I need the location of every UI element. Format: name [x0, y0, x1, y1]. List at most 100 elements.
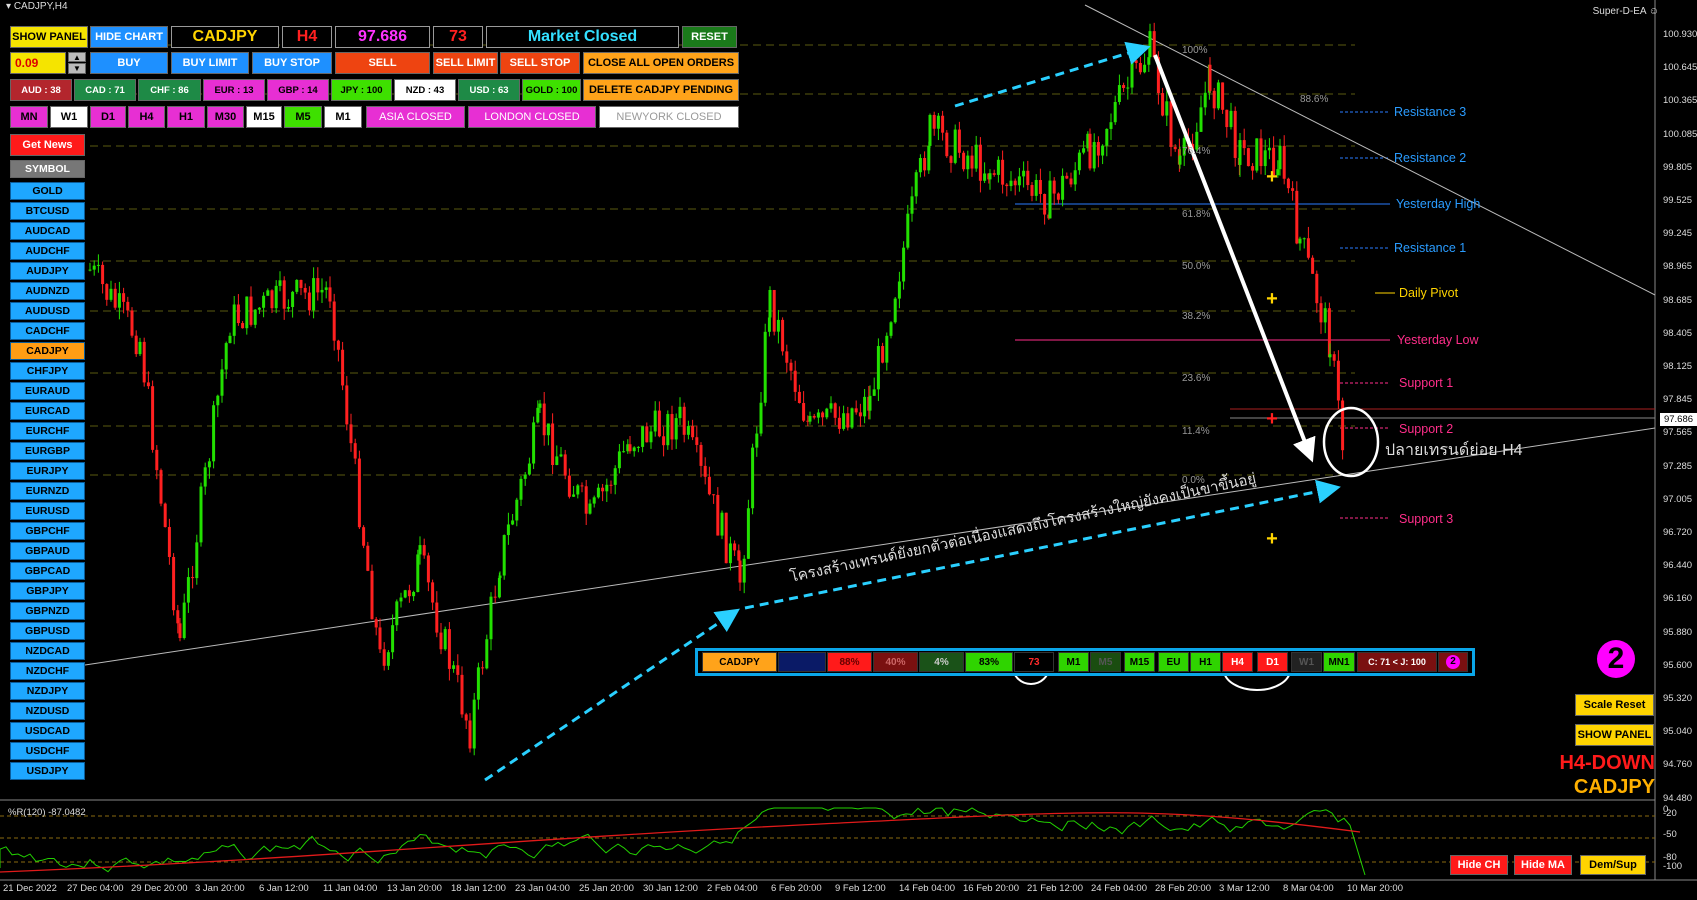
symbol-item-audchf[interactable]: AUDCHF	[10, 242, 85, 260]
candle-body	[1005, 184, 1009, 187]
symbol-item-gbpchf[interactable]: GBPCHF	[10, 522, 85, 540]
candle-body	[370, 570, 374, 620]
scale-reset-button[interactable]: Scale Reset	[1575, 694, 1654, 716]
tf-button-m30[interactable]: M30	[207, 106, 244, 128]
candle-body	[1056, 193, 1060, 200]
window-menu-icon[interactable]: ▾	[6, 1, 14, 12]
symbol-item-usdcad[interactable]: USDCAD	[10, 722, 85, 740]
candle-body	[957, 129, 961, 153]
get-news-button[interactable]: Get News	[10, 134, 85, 156]
symbol-item-nzdchf[interactable]: NZDCHF	[10, 662, 85, 680]
time-tick: 11 Jan 04:00	[323, 883, 378, 894]
resistance3-label: Resistance 3	[1394, 105, 1467, 119]
candle-body	[519, 478, 523, 500]
candle-body	[176, 610, 180, 624]
symbol-item-eurcad[interactable]: EURCAD	[10, 402, 85, 420]
symbol-item-nzdusd[interactable]: NZDUSD	[10, 702, 85, 720]
symbol-item-eurnzd[interactable]: EURNZD	[10, 482, 85, 500]
symbol-item-audusd[interactable]: AUDUSD	[10, 302, 85, 320]
delete-pending-button[interactable]: DELETE CADJPY PENDING	[583, 79, 739, 101]
symbol-item-eurchf[interactable]: EURCHF	[10, 422, 85, 440]
tf-button-h1[interactable]: H1	[167, 106, 205, 128]
symbol-item-cadjpy[interactable]: CADJPY	[10, 342, 85, 360]
time-tick: 3 Mar 12:00	[1219, 883, 1270, 894]
candle-body	[435, 602, 439, 633]
fib-382: 38.2%	[1182, 311, 1211, 322]
time-tick: 18 Jan 12:00	[451, 883, 506, 894]
show-panel-right-button[interactable]: SHOW PANEL	[1575, 724, 1654, 746]
tf-button-h4[interactable]: H4	[128, 106, 165, 128]
candle-body	[716, 494, 720, 536]
candle-body	[468, 720, 472, 749]
buy-stop-button[interactable]: BUY STOP	[252, 52, 332, 74]
symbol-item-audjpy[interactable]: AUDJPY	[10, 262, 85, 280]
tf-button-w1[interactable]: W1	[50, 106, 88, 128]
candle-body	[613, 468, 617, 485]
candle-body	[232, 304, 236, 336]
symbol-item-usdchf[interactable]: USDCHF	[10, 742, 85, 760]
time-tick: 28 Feb 20:00	[1155, 883, 1211, 894]
support2-label: Support 2	[1399, 422, 1454, 436]
candle-body	[236, 304, 240, 324]
tf-button-m1[interactable]: M1	[324, 106, 362, 128]
lot-down-icon[interactable]: ▼	[68, 63, 86, 74]
dashboard-tf-mn1: MN1	[1323, 652, 1355, 672]
dashboard-badge: 2	[1446, 655, 1460, 669]
dem-sup-button[interactable]: Dem/Sup	[1580, 855, 1646, 875]
reset-button[interactable]: RESET	[682, 26, 737, 48]
symbol-item-audnzd[interactable]: AUDNZD	[10, 282, 85, 300]
symbol-item-gbpjpy[interactable]: GBPJPY	[10, 582, 85, 600]
symbol-item-eurgbp[interactable]: EURGBP	[10, 442, 85, 460]
tf-button-d1[interactable]: D1	[90, 106, 126, 128]
symbol-item-btcusd[interactable]: BTCUSD	[10, 202, 85, 220]
symbol-item-usdjpy[interactable]: USDJPY	[10, 762, 85, 780]
buy-limit-button[interactable]: BUY LIMIT	[171, 52, 249, 74]
sell-stop-button[interactable]: SELL STOP	[500, 52, 580, 74]
sell-button[interactable]: SELL	[335, 52, 430, 74]
buy-button[interactable]: BUY	[90, 52, 168, 74]
hide-ma-button[interactable]: Hide MA	[1514, 855, 1572, 875]
candle-body	[962, 152, 966, 170]
lot-up-icon[interactable]: ▲	[68, 52, 86, 62]
candle-body	[245, 296, 249, 329]
symbol-item-nzdjpy[interactable]: NZDJPY	[10, 682, 85, 700]
lot-input[interactable]: 0.09	[10, 52, 66, 74]
candle-body	[1278, 145, 1282, 170]
candle-body	[178, 623, 182, 639]
symbol-item-eurjpy[interactable]: EURJPY	[10, 462, 85, 480]
candle-body	[808, 415, 812, 422]
candle-body	[493, 596, 497, 598]
window-title: ▾ CADJPY,H4	[0, 0, 68, 14]
sell-limit-button[interactable]: SELL LIMIT	[433, 52, 498, 74]
symbol-item-cadchf[interactable]: CADCHF	[10, 322, 85, 340]
tf-button-m5[interactable]: M5	[284, 106, 322, 128]
subtrend-annotation: ปลายเทรนด์ย่อย H4	[1385, 442, 1523, 459]
symbol-item-gbpusd[interactable]: GBPUSD	[10, 622, 85, 640]
symbol-item-audcad[interactable]: AUDCAD	[10, 222, 85, 240]
time-tick: 23 Jan 04:00	[515, 883, 570, 894]
plus-marker: +	[1266, 166, 1278, 188]
candle-body	[781, 319, 785, 352]
tf-button-m15[interactable]: M15	[246, 106, 282, 128]
symbol-item-gbpnzd[interactable]: GBPNZD	[10, 602, 85, 620]
hide-ch-button[interactable]: Hide CH	[1450, 855, 1508, 875]
candle-body	[1130, 60, 1134, 88]
currency-strength-usd: USD : 63	[458, 79, 520, 101]
candle-body	[282, 280, 286, 309]
candle-body	[601, 487, 605, 492]
symbol-item-nzdcad[interactable]: NZDCAD	[10, 642, 85, 660]
symbol-item-gbpaud[interactable]: GBPAUD	[10, 542, 85, 560]
candle-body	[1038, 179, 1042, 194]
symbol-item-euraud[interactable]: EURAUD	[10, 382, 85, 400]
hide-chart-button[interactable]: HIDE CHART	[90, 26, 168, 48]
candle-body	[902, 247, 906, 282]
symbol-item-gold[interactable]: GOLD	[10, 182, 85, 200]
symbol-item-chfjpy[interactable]: CHFJPY	[10, 362, 85, 380]
candle-body	[546, 423, 550, 436]
close-all-button[interactable]: CLOSE ALL OPEN ORDERS	[583, 52, 739, 74]
tf-button-mn[interactable]: MN	[10, 106, 48, 128]
symbol-item-gbpcad[interactable]: GBPCAD	[10, 562, 85, 580]
symbol-item-eurusd[interactable]: EURUSD	[10, 502, 85, 520]
candle-body	[96, 264, 100, 266]
show-panel-button[interactable]: SHOW PANEL	[10, 26, 88, 48]
